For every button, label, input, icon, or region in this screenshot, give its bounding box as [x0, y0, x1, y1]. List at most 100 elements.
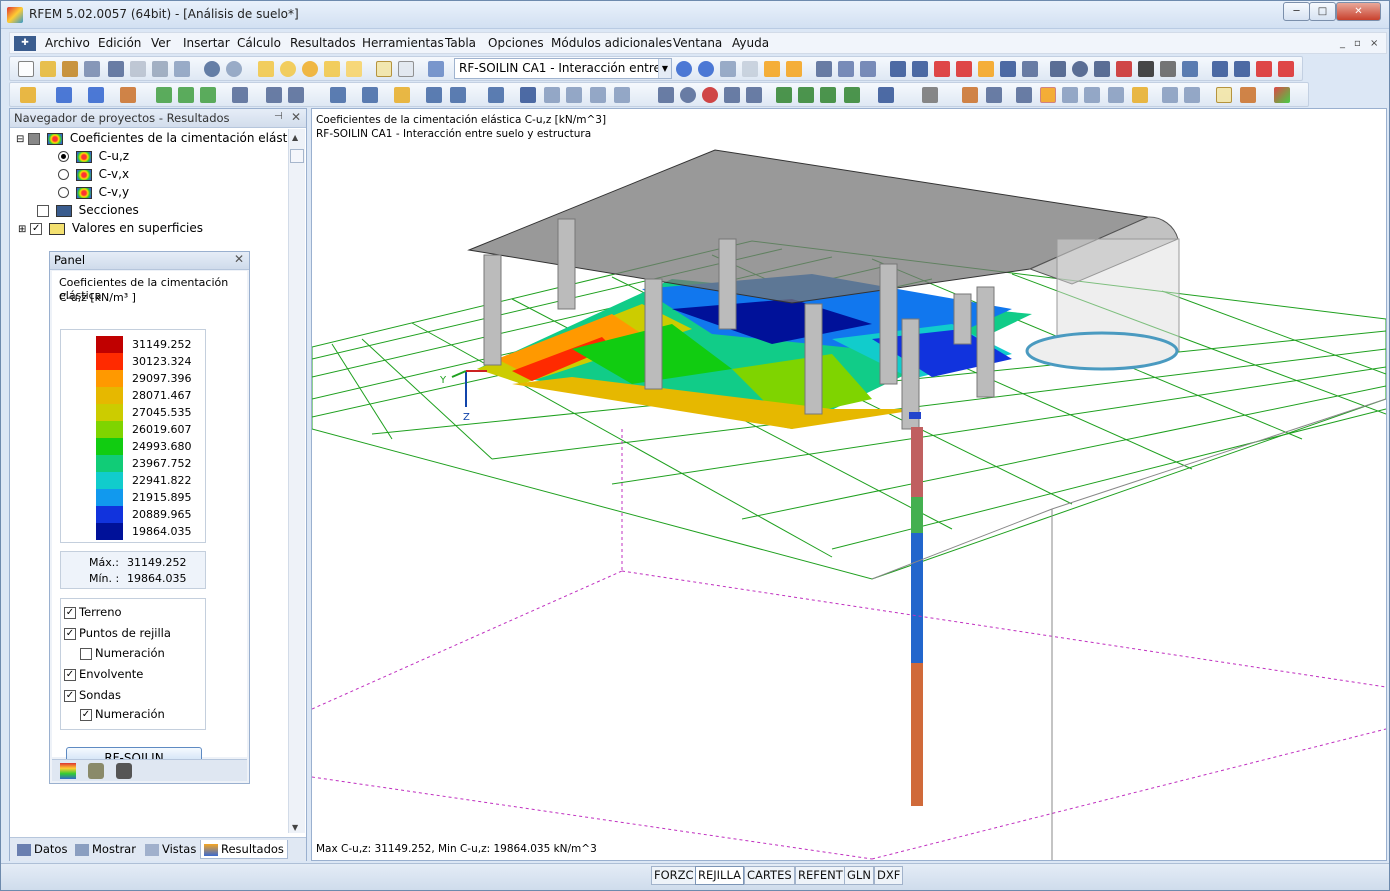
- tree-item-cvy[interactable]: C-v,y: [58, 185, 129, 199]
- status-cartes[interactable]: CARTES: [744, 866, 795, 885]
- tape-icon[interactable]: [986, 87, 1002, 103]
- show-results-icon[interactable]: [764, 61, 780, 77]
- view-icon[interactable]: [330, 87, 346, 103]
- tools-icon[interactable]: [1240, 87, 1256, 103]
- member-line-icon[interactable]: [88, 87, 104, 103]
- axis-z-icon[interactable]: [820, 87, 836, 103]
- undo-icon[interactable]: [204, 61, 220, 77]
- load-icon[interactable]: [156, 87, 172, 103]
- render-icon[interactable]: [1160, 61, 1176, 77]
- layout-icon[interactable]: [1132, 87, 1148, 103]
- scroll-up-icon[interactable]: ▲: [292, 133, 298, 142]
- zoom-window-icon[interactable]: [680, 87, 696, 103]
- minimize-button[interactable]: ─: [1283, 2, 1310, 21]
- expand-icon[interactable]: ⊞: [18, 224, 26, 235]
- tree-item-coeficientes[interactable]: ⊟ Coeficientes de la cimentación elástic…: [16, 131, 305, 145]
- status-gln[interactable]: GLN: [844, 866, 874, 885]
- option-numeracion-sondas[interactable]: ✓ Numeración: [80, 707, 165, 721]
- guide-icon[interactable]: [288, 87, 304, 103]
- light-icon[interactable]: [394, 87, 410, 103]
- support-icon[interactable]: [934, 61, 950, 77]
- deformation-icon[interactable]: [816, 61, 832, 77]
- section-icon[interactable]: [838, 61, 854, 77]
- box-icon[interactable]: [426, 87, 442, 103]
- cube-2-icon[interactable]: [746, 87, 762, 103]
- color-surface-icon[interactable]: [1040, 87, 1056, 103]
- checkbox-numeracion-sondas[interactable]: ✓: [80, 708, 92, 721]
- previous-icon[interactable]: [676, 61, 692, 77]
- perspective-icon[interactable]: [614, 87, 630, 103]
- solid-icon[interactable]: [1022, 61, 1038, 77]
- filter-tool-icon[interactable]: [116, 763, 132, 779]
- settings-icon[interactable]: [1182, 61, 1198, 77]
- next-icon[interactable]: [698, 61, 714, 77]
- checkbox-terreno[interactable]: ✓: [64, 606, 76, 619]
- top-view-icon[interactable]: [544, 87, 560, 103]
- tab-datos[interactable]: Datos: [14, 840, 70, 859]
- menu-opciones[interactable]: Opciones: [488, 36, 544, 50]
- menu-herramientas[interactable]: Herramientas: [362, 36, 444, 50]
- zoom-all-icon[interactable]: [702, 87, 718, 103]
- node-icon[interactable]: [20, 87, 36, 103]
- results-icon[interactable]: [324, 61, 340, 77]
- tab-mostrar[interactable]: Mostrar: [72, 840, 139, 859]
- menu-ventana[interactable]: Ventana: [673, 36, 722, 50]
- import-icon[interactable]: [1234, 61, 1250, 77]
- edit-icon[interactable]: [258, 61, 274, 77]
- tree-item-cvx[interactable]: C-v,x: [58, 167, 129, 181]
- new-file-icon[interactable]: [18, 61, 34, 77]
- level-icon[interactable]: [1016, 87, 1032, 103]
- report-icon[interactable]: [1278, 61, 1294, 77]
- chevron-down-icon[interactable]: ▼: [658, 59, 671, 78]
- tree-item-secciones[interactable]: Secciones: [37, 203, 139, 217]
- check-icon[interactable]: [1274, 87, 1290, 103]
- mdi-close-button[interactable]: ×: [1370, 38, 1378, 49]
- surface-draw-icon[interactable]: [120, 87, 136, 103]
- menu-ver[interactable]: Ver: [151, 36, 171, 50]
- menu-calculo[interactable]: Cálculo: [237, 36, 281, 50]
- tree-checkbox[interactable]: [28, 132, 41, 145]
- pin-icon[interactable]: ⊣: [274, 111, 283, 122]
- box-2-icon[interactable]: [450, 87, 466, 103]
- pdf-icon[interactable]: [1256, 61, 1272, 77]
- open-project-icon[interactable]: [84, 61, 100, 77]
- menu-ayuda[interactable]: Ayuda: [732, 36, 769, 50]
- print-icon[interactable]: [130, 61, 146, 77]
- tab-vistas[interactable]: Vistas: [142, 840, 199, 859]
- load-case-select[interactable]: RF-SOILIN CA1 - Interacción entre suel ▼: [454, 58, 672, 79]
- save-icon[interactable]: [108, 61, 124, 77]
- export-icon[interactable]: [1212, 61, 1228, 77]
- option-terreno[interactable]: ✓ Terreno: [64, 605, 122, 619]
- delete-icon[interactable]: [1116, 61, 1132, 77]
- load-3-icon[interactable]: [200, 87, 216, 103]
- rotate-icon[interactable]: [1072, 61, 1088, 77]
- navigator-close-icon[interactable]: ✕: [291, 110, 301, 124]
- option-numeracion-puntos[interactable]: Numeración: [80, 646, 165, 660]
- line-icon[interactable]: [56, 87, 72, 103]
- checkbox-numeracion-puntos[interactable]: [80, 647, 92, 660]
- radio-cuz[interactable]: [58, 151, 69, 162]
- measure-icon[interactable]: [962, 87, 978, 103]
- filter-icon[interactable]: [720, 61, 736, 77]
- pipe-icon[interactable]: [1084, 87, 1100, 103]
- tree-item-valores[interactable]: ⊞ ✓ Valores en superficies: [18, 221, 203, 235]
- open-model-icon[interactable]: [62, 61, 78, 77]
- camera-icon[interactable]: [1138, 61, 1154, 77]
- wire-icon[interactable]: [488, 87, 504, 103]
- radio-cvx[interactable]: [58, 169, 69, 180]
- grid-view-icon[interactable]: [1184, 87, 1200, 103]
- align-icon[interactable]: [1162, 87, 1178, 103]
- show-values-icon[interactable]: [786, 61, 802, 77]
- load-case-icon[interactable]: [428, 61, 444, 77]
- redo-icon[interactable]: [226, 61, 242, 77]
- 3d-viewport[interactable]: Y Z Coeficientes de la cimentación elást…: [311, 108, 1387, 861]
- mdi-minimize-button[interactable]: _: [1340, 38, 1345, 49]
- surface-icon[interactable]: [1000, 61, 1016, 77]
- tree-checkbox[interactable]: ✓: [30, 222, 43, 235]
- axis-neg-x-icon[interactable]: [844, 87, 860, 103]
- checkbox-sondas[interactable]: ✓: [64, 689, 76, 702]
- option-envolvente[interactable]: ✓ Envolvente: [64, 667, 143, 681]
- close-button[interactable]: ✕: [1336, 2, 1381, 21]
- mdi-restore-button[interactable]: ▫: [1354, 38, 1361, 49]
- menu-insertar[interactable]: Insertar: [183, 36, 230, 50]
